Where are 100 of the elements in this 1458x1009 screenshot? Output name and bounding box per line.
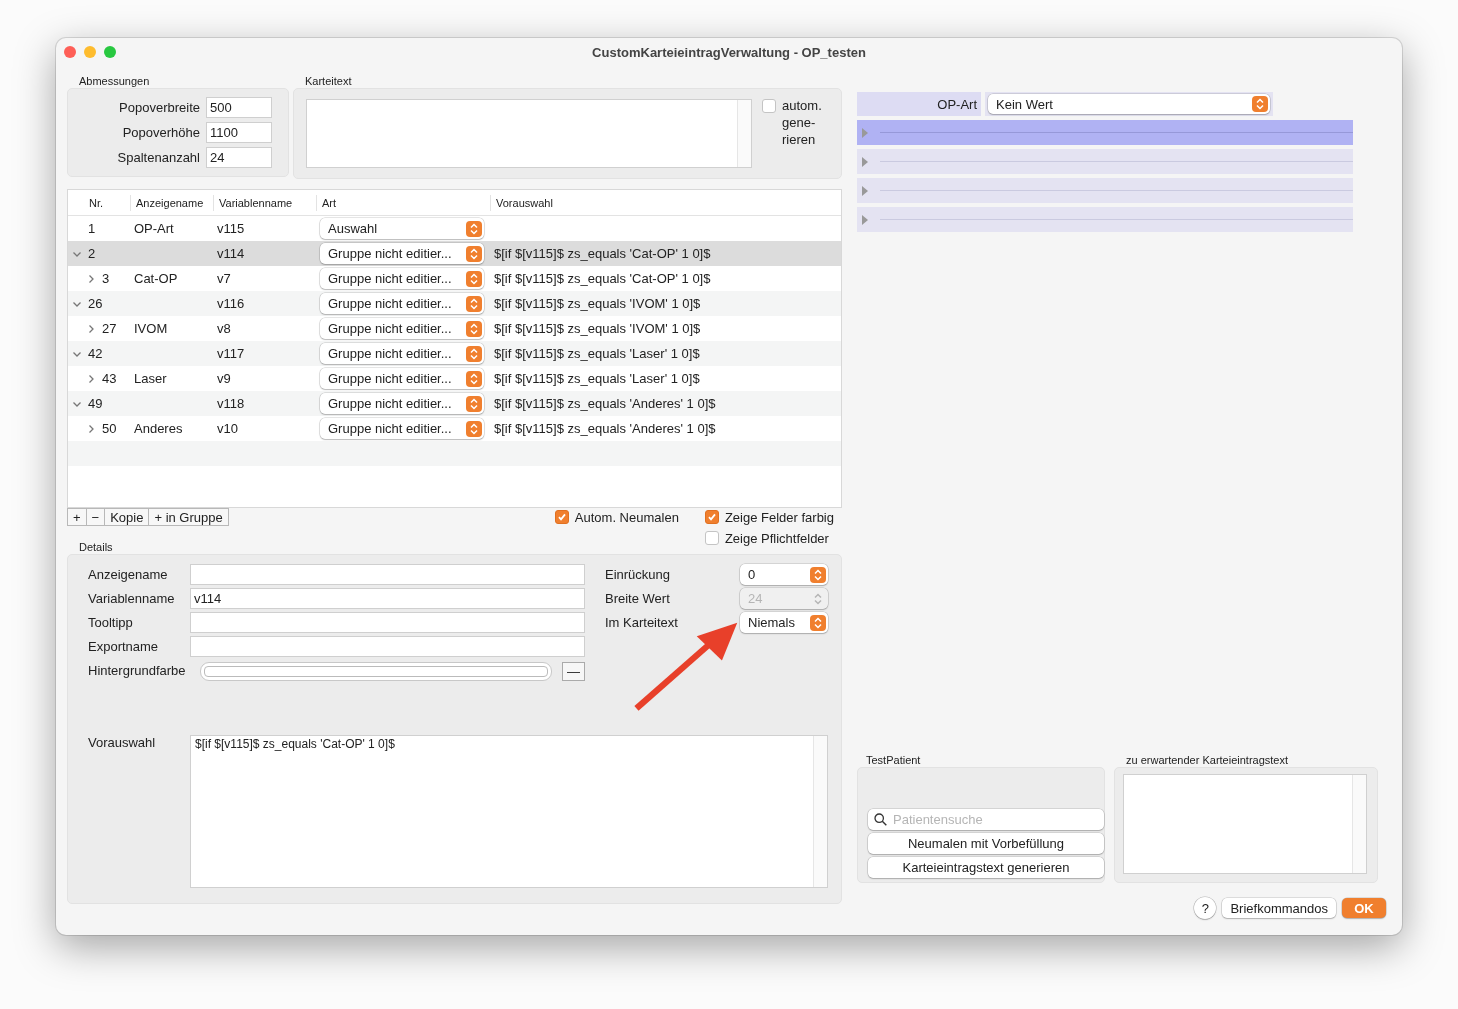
table-row[interactable]: 26 v116 Gruppe nicht editier... $[if $[v115]$ zs_equals 'IVOM' 1 0]$	[68, 291, 841, 316]
text-field[interactable]	[190, 564, 585, 585]
scrollbar-track[interactable]	[1352, 775, 1366, 873]
table-cell: 1	[88, 221, 96, 236]
field-label: Popoverhöhe	[122, 125, 200, 140]
chevron-right-icon[interactable]	[86, 423, 96, 434]
art-popup[interactable]: Gruppe nicht editier...	[320, 418, 484, 439]
search-field[interactable]: Patientensuche	[868, 809, 1104, 830]
chevron-right-icon[interactable]	[86, 273, 96, 284]
field-label: Spaltenanzahl	[117, 150, 200, 165]
stepper-icon[interactable]	[466, 345, 482, 362]
table-row[interactable]: 2 v114 Gruppe nicht editier... $[if $[v115]$ zs_equals 'Cat-OP' 1 0]$	[68, 241, 841, 266]
toolbar-button[interactable]: −	[85, 508, 106, 526]
number-field[interactable]: 500	[206, 97, 272, 118]
group-title: Karteitext	[304, 75, 353, 88]
table-row[interactable]: 49 v118 Gruppe nicht editier... $[if $[v115]$ zs_equals 'Anderes' 1 0]$	[68, 391, 841, 416]
stepper-icon[interactable]	[466, 320, 482, 337]
help-button[interactable]: ?	[1194, 897, 1217, 919]
table-cell-text: v115	[216, 221, 246, 236]
stepper-icon[interactable]	[810, 566, 826, 583]
preview-row[interactable]	[857, 120, 1353, 145]
toolbar-button[interactable]: + in Gruppe	[148, 508, 229, 526]
number-field[interactable]: 1100	[206, 122, 272, 143]
stepper-icon[interactable]	[466, 220, 482, 237]
stepper-icon[interactable]	[466, 395, 482, 412]
table-cell-text: $[if $[v115]$ zs_equals 'Laser' 1 0]$	[493, 346, 701, 361]
table-cell-text: $[if $[v115]$ zs_equals 'Cat-OP' 1 0]$	[493, 246, 712, 261]
minimize-button[interactable]	[84, 46, 96, 58]
op-art-popup[interactable]: Kein Wert	[988, 94, 1270, 114]
field-label: Einrückung	[605, 567, 672, 582]
number-field[interactable]: 24	[206, 147, 272, 168]
table-cell-text: $[if $[v115]$ zs_equals 'Cat-OP' 1 0]$	[493, 271, 712, 286]
field-label: Vorauswahl	[88, 735, 157, 752]
column-header[interactable]: Vorauswahl	[490, 194, 841, 211]
table-cell: 27	[102, 321, 117, 336]
table-cell: 3	[102, 271, 110, 286]
karteitext-area[interactable]	[306, 99, 752, 168]
toolbar-button[interactable]: +	[67, 508, 87, 526]
text-field[interactable]	[190, 612, 585, 633]
table-cell-text: $[if $[v115]$ zs_equals 'Anderes' 1 0]$	[493, 396, 717, 411]
stepper-icon[interactable]	[466, 295, 482, 312]
table-cell-text: $[if $[v115]$ zs_equals 'IVOM' 1 0]$	[493, 321, 702, 336]
column-header[interactable]: Art	[316, 194, 490, 211]
triangle-right-icon[interactable]	[862, 214, 868, 225]
field-label: Exportname	[88, 639, 160, 654]
table-row[interactable]: 42 v117 Gruppe nicht editier... $[if $[v115]$ zs_equals 'Laser' 1 0]$	[68, 341, 841, 366]
art-popup[interactable]: Gruppe nicht editier...	[320, 268, 484, 289]
text-value: $[if $[v115]$ zs_equals 'Cat-OP' 1 0]$	[195, 737, 395, 751]
stepper-icon[interactable]	[466, 370, 482, 387]
stepper-icon[interactable]	[810, 614, 826, 631]
art-popup[interactable]: Gruppe nicht editier...	[320, 318, 484, 339]
chevron-right-icon[interactable]	[86, 323, 96, 334]
table-cell-text: $[if $[v115]$ zs_equals 'Laser' 1 0]$	[493, 371, 701, 386]
stepper-field[interactable]: Niemals	[740, 612, 828, 633]
stepper-icon[interactable]	[466, 270, 482, 287]
action-button[interactable]: Karteieintragstext generieren	[868, 857, 1104, 878]
preview-row[interactable]	[857, 178, 1353, 203]
text-field[interactable]	[190, 636, 585, 657]
art-popup[interactable]: Auswahl	[320, 218, 484, 239]
stepper-icon[interactable]	[466, 420, 482, 437]
checkbox[interactable]	[704, 510, 719, 524]
checkbox[interactable]	[554, 510, 569, 524]
action-button[interactable]: Neumalen mit Vorbefüllung	[868, 833, 1104, 854]
checkbox-label: autom. gene-rieren	[782, 97, 823, 148]
triangle-right-icon[interactable]	[862, 127, 868, 138]
group-title: TestPatient	[865, 754, 922, 767]
stepper-field[interactable]: 0	[740, 564, 828, 585]
text-field[interactable]: v114	[190, 588, 585, 609]
clear-color-button[interactable]: —	[562, 662, 585, 681]
art-popup[interactable]: Gruppe nicht editier...	[320, 293, 484, 314]
search-input[interactable]: Patientensuche	[893, 812, 1104, 827]
stepper-icon[interactable]	[466, 245, 482, 262]
checkbox-label: Autom. Neumalen	[574, 510, 679, 525]
preview-row[interactable]	[857, 149, 1353, 174]
close-button[interactable]	[64, 46, 76, 58]
field-label: Breite Wert	[605, 591, 671, 606]
art-popup[interactable]: Gruppe nicht editier...	[320, 243, 484, 264]
checkbox[interactable]	[704, 531, 719, 545]
triangle-right-icon[interactable]	[862, 156, 868, 167]
column-header[interactable]: Nr.	[68, 194, 130, 211]
column-header[interactable]: Variablenname	[213, 194, 316, 211]
stepper-icon[interactable]	[1252, 96, 1268, 112]
zoom-button[interactable]	[104, 46, 116, 58]
footer-button[interactable]: Briefkommandos	[1222, 898, 1336, 918]
checkbox[interactable]	[762, 99, 776, 113]
group-title: Abmessungen	[78, 75, 151, 88]
vorauswahl-area[interactable]: $[if $[v115]$ zs_equals 'Cat-OP' 1 0]$	[190, 735, 828, 888]
preview-row[interactable]	[857, 207, 1353, 232]
triangle-right-icon[interactable]	[862, 185, 868, 196]
toolbar-button[interactable]: Kopie	[104, 508, 150, 526]
art-popup[interactable]: Gruppe nicht editier...	[320, 393, 484, 414]
expected-text-area[interactable]	[1123, 774, 1367, 874]
checkbox-label: Zeige Pflichtfelder	[724, 531, 829, 546]
color-well[interactable]	[200, 662, 552, 681]
column-header[interactable]: Anzeigename	[130, 194, 213, 211]
scrollbar-track[interactable]	[813, 736, 827, 887]
scrollbar-track[interactable]	[737, 100, 751, 167]
art-popup[interactable]: Gruppe nicht editier...	[320, 343, 484, 364]
art-popup[interactable]: Gruppe nicht editier...	[320, 368, 484, 389]
chevron-right-icon[interactable]	[86, 373, 96, 384]
